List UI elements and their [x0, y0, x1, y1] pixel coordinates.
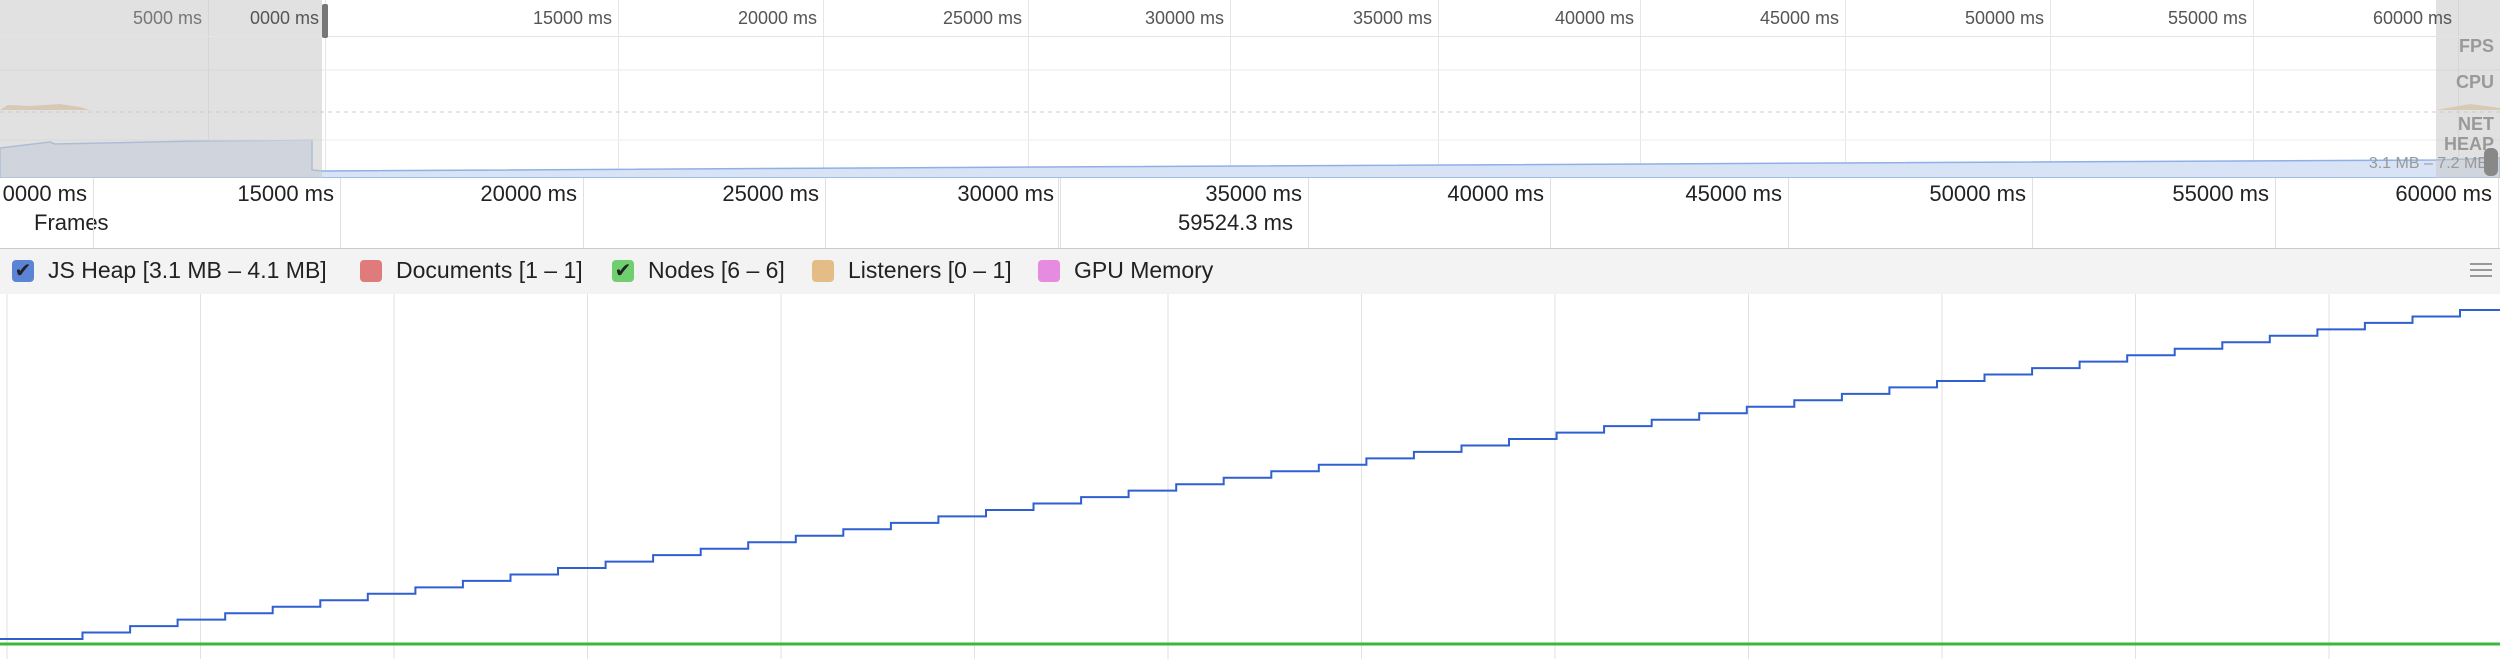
counter-label: Listeners [0 – 1] — [848, 257, 1012, 283]
overview-tick-label: 0000 ms — [249, 8, 319, 28]
ruler-gridline — [93, 178, 94, 248]
ruler-tick-label: 60000 ms — [2395, 181, 2492, 206]
overview-tick-label: 40000 ms — [1554, 8, 1634, 28]
documents-checkbox[interactable] — [360, 259, 382, 282]
frames-label: Frames — [34, 210, 109, 235]
overview-tick-label: 45000 ms — [1759, 8, 1839, 28]
heap-range-label: 3.1 MB – 7.2 MB — [2368, 155, 2488, 172]
overview-tick-label: 25000 ms — [942, 8, 1022, 28]
ruler-tick-label: 55000 ms — [2172, 181, 2269, 206]
js-heap-line — [0, 309, 2500, 640]
cpu-label: CPU — [2455, 72, 2494, 92]
cursor-time-label: 59524.3 ms — [1178, 210, 1293, 235]
ruler-gridline — [1550, 178, 1551, 248]
overview-tick-label: 50000 ms — [1964, 8, 2044, 28]
timeline-overview[interactable]: 5000 ms 0000 ms 15000 ms 20000 ms 25000 ms 30… — [0, 0, 2500, 178]
memory-counters-bar: ✔ JS Heap [3.1 MB – 4.1 MB] Documents [1… — [0, 248, 2500, 295]
counter-gpu-memory[interactable]: GPU Memory — [1038, 257, 1213, 284]
overview-tick-label: 20000 ms — [737, 8, 817, 28]
ruler-gridline — [2032, 178, 2033, 248]
counter-label: Documents [1 – 1] — [396, 257, 583, 283]
ruler-tick-label: 30000 ms — [957, 181, 1054, 206]
overview-tick-label: 60000 ms — [2372, 8, 2452, 28]
cursor-line — [1058, 178, 1059, 248]
ruler-gridline — [1060, 178, 1061, 248]
ruler-gridline — [1788, 178, 1789, 248]
memory-graph-canvas — [0, 294, 2500, 659]
overview-tick-label: 55000 ms — [2167, 8, 2247, 28]
counter-label: GPU Memory — [1074, 257, 1214, 283]
ruler-tick-label: 45000 ms — [1685, 181, 1782, 206]
ruler-tick-label: 20000 ms — [480, 181, 577, 206]
overview-ruler: 5000 ms 0000 ms 15000 ms 20000 ms 25000 ms 30… — [0, 0, 2500, 37]
overview-tick-label: 35000 ms — [1352, 8, 1432, 28]
check-icon: ✔ — [614, 259, 632, 282]
ruler-tick-label: 15000 ms — [237, 181, 334, 206]
ruler-gridline — [2275, 178, 2276, 248]
overview-tick-label: 30000 ms — [1144, 8, 1224, 28]
ruler-gridline — [1308, 178, 1309, 248]
counter-listeners[interactable]: Listeners [0 – 1] — [812, 257, 1012, 284]
overview-scroll-handle[interactable] — [2484, 148, 2498, 176]
counter-label: Nodes [6 – 6] — [648, 257, 785, 283]
counter-nodes[interactable]: ✔ Nodes [6 – 6] — [612, 257, 785, 284]
js-heap-checkbox[interactable]: ✔ — [12, 259, 34, 282]
counter-documents[interactable]: Documents [1 – 1] — [360, 257, 583, 284]
overview-tick-label: 15000 ms — [532, 8, 612, 28]
net-label: NET — [2458, 114, 2494, 134]
fps-label: FPS — [2458, 36, 2494, 56]
ruler-gridline — [825, 178, 826, 248]
nodes-checkbox[interactable]: ✔ — [612, 259, 634, 282]
ruler-gridline — [583, 178, 584, 248]
hamburger-menu-icon[interactable] — [2470, 259, 2492, 279]
listeners-checkbox[interactable] — [812, 259, 834, 282]
ruler-tick-label: 0000 ms — [2, 181, 87, 206]
ruler-gridline — [2498, 178, 2499, 248]
ruler-tick-label: 25000 ms — [722, 181, 819, 206]
memory-graph — [0, 294, 2500, 659]
ruler-tick-label: 40000 ms — [1447, 181, 1544, 206]
overview-tick-label: 5000 ms — [132, 8, 202, 28]
timeline-ruler: Frames 59524.3 ms 0000 ms 15000 ms 20000 m… — [0, 178, 2500, 249]
ruler-tick-label: 50000 ms — [1929, 181, 2026, 206]
gpu-memory-checkbox[interactable] — [1038, 259, 1060, 282]
counter-label: JS Heap [3.1 MB – 4.1 MB] — [48, 257, 327, 283]
counter-js-heap[interactable]: ✔ JS Heap [3.1 MB – 4.1 MB] — [12, 257, 327, 284]
ruler-tick-label: 35000 ms — [1205, 181, 1302, 206]
ruler-gridline — [340, 178, 341, 248]
selection-left-handle[interactable] — [322, 4, 328, 38]
check-icon: ✔ — [14, 259, 32, 282]
